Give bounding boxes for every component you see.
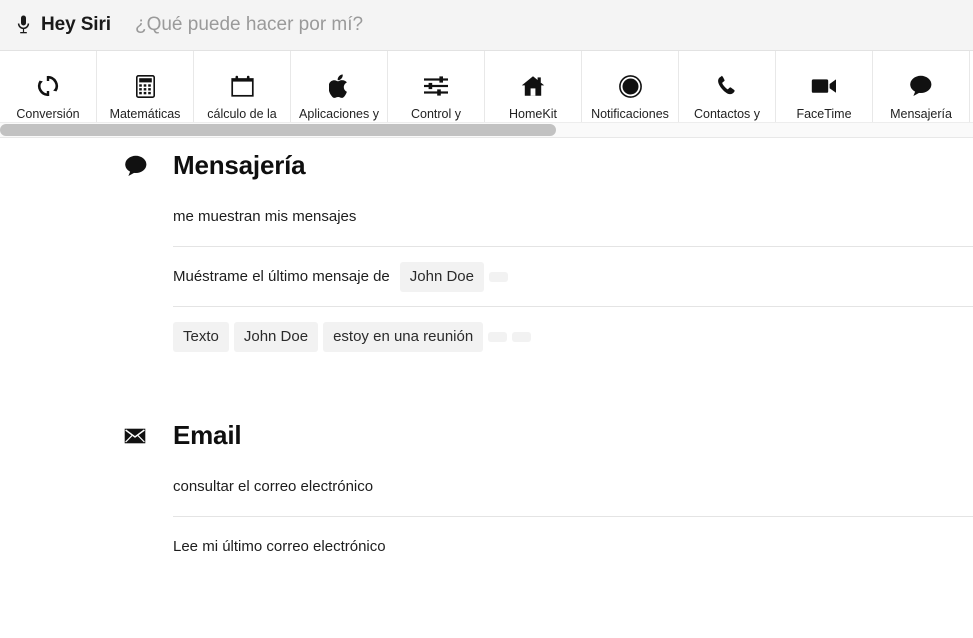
brand-block: Hey Siri [17, 14, 111, 36]
app-header: Hey Siri ¿Qué puede hacer por mí? [0, 0, 973, 51]
variable-chip-message[interactable]: estoy en una reunión [323, 322, 484, 352]
variable-chip-blank[interactable] [512, 332, 532, 342]
tab-label: Matemáticas [109, 107, 181, 121]
main-content: Mensajería me muestran mis mensajes Mués… [0, 138, 973, 576]
tab-label: FaceTime [796, 107, 852, 121]
section-header: Mensajería [0, 150, 973, 181]
envelope-icon [124, 428, 154, 444]
tab-label: HomeKit [509, 107, 557, 121]
list-item[interactable]: me muestran mis mensajes [173, 187, 973, 246]
section-header: Email [0, 420, 973, 451]
list-item[interactable]: consultar el correo electrónico [173, 457, 973, 516]
section-email: Email consultar el correo electrónico Le… [0, 420, 973, 576]
list-item[interactable]: Lee mi último correo electrónico [173, 516, 973, 576]
circle-dot-icon [618, 71, 642, 101]
phrase-list: consultar el correo electrónico Lee mi ú… [0, 457, 973, 576]
category-tabstrip: Conversión Matemáticas cálculo de la Apl… [0, 51, 973, 138]
phrase-list: me muestran mis mensajes Muéstrame el úl… [0, 187, 973, 366]
header-subtitle: ¿Qué puede hacer por mí? [134, 14, 364, 35]
phrase-text: Muéstrame el último mensaje de [173, 268, 390, 285]
variable-chip-contact[interactable]: John Doe [233, 322, 319, 352]
calendar-icon [230, 71, 254, 101]
sliders-icon [423, 71, 449, 101]
section-mensajeria: Mensajería me muestran mis mensajes Mués… [0, 150, 973, 366]
conversion-arrows-icon [37, 71, 59, 101]
variable-chip-contact[interactable]: John Doe [399, 262, 484, 292]
apple-logo-icon [329, 71, 349, 101]
phone-icon [716, 71, 738, 101]
horizontal-scrollbar-track[interactable] [0, 122, 973, 137]
variable-chip-blank[interactable] [488, 272, 508, 282]
calculator-icon [135, 71, 155, 101]
phrase-text: me muestran mis mensajes [173, 208, 357, 225]
brand-title: Hey Siri [41, 14, 111, 35]
phrase-text: Lee mi último correo electrónico [173, 538, 386, 555]
tab-label: Notificaciones [591, 107, 669, 121]
home-icon [521, 71, 545, 101]
horizontal-scrollbar-thumb[interactable] [0, 124, 556, 136]
video-camera-icon [811, 71, 837, 101]
list-item[interactable]: Texto John Doe estoy en una reunión [173, 306, 973, 366]
microphone-icon [17, 15, 33, 35]
page-title: Email [173, 420, 242, 450]
variable-chip-blank[interactable] [488, 332, 508, 342]
phrase-text: consultar el correo electrónico [173, 478, 374, 495]
speech-bubble-icon [909, 71, 933, 101]
tab-label: Conversión [16, 107, 80, 121]
variable-chip-type[interactable]: Texto [173, 322, 229, 352]
speech-bubble-icon [124, 155, 154, 177]
page-title: Mensajería [173, 150, 306, 180]
tab-label: Mensajería [890, 107, 952, 121]
list-item[interactable]: Muéstrame el último mensaje de John Doe [173, 246, 973, 306]
